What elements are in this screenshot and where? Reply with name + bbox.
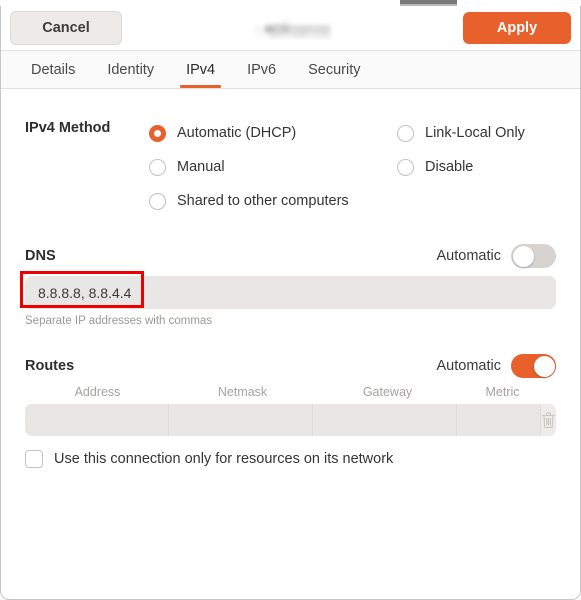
radio-label: Shared to other computers xyxy=(177,193,349,209)
dns-automatic-label: Automatic xyxy=(436,248,501,264)
radio-label: Manual xyxy=(177,159,225,175)
apply-button[interactable]: Apply xyxy=(463,12,571,44)
routes-table-header: Address Netmask Gateway Metric xyxy=(25,382,556,402)
dns-header-row: DNS Automatic xyxy=(25,244,556,268)
ipv4-method-column-right: Link-Local Only Disable xyxy=(397,116,556,218)
column-header-metric: Metric xyxy=(485,385,520,399)
radio-icon-checked xyxy=(149,124,166,142)
routes-label: Routes xyxy=(25,358,75,374)
radio-icon xyxy=(149,192,166,210)
tab-ipv4[interactable]: IPv4 xyxy=(170,51,231,88)
redacted-title-block xyxy=(254,19,335,38)
dns-section: DNS Automatic 8.8.8.8, 8.8.4.4 Separate … xyxy=(25,244,556,327)
dialog-header-bar: Cancel Apply xyxy=(1,6,580,51)
radio-icon xyxy=(149,158,166,176)
routes-table: Address Netmask Gateway Metric xyxy=(25,382,556,436)
route-gateway-input[interactable] xyxy=(313,404,457,436)
routes-header-row: Routes Automatic xyxy=(25,354,556,378)
trash-icon xyxy=(541,412,556,428)
radio-manual[interactable]: Manual xyxy=(149,150,397,184)
tab-details[interactable]: Details xyxy=(15,51,91,88)
radio-label: Link-Local Only xyxy=(425,125,525,141)
radio-label: Disable xyxy=(425,159,474,175)
cancel-button[interactable]: Cancel xyxy=(10,11,122,45)
radio-link-local-only[interactable]: Link-Local Only xyxy=(397,116,556,150)
table-row xyxy=(25,404,556,436)
dns-automatic-group: Automatic xyxy=(437,244,556,268)
checkbox-icon-unchecked xyxy=(25,450,43,468)
dialog-title xyxy=(122,6,463,51)
radio-label: Automatic (DHCP) xyxy=(177,125,297,141)
routes-automatic-toggle[interactable] xyxy=(511,354,556,378)
toggle-knob xyxy=(533,355,555,377)
ipv4-method-options: Automatic (DHCP) Manual Shared to other … xyxy=(149,116,556,218)
tab-security[interactable]: Security xyxy=(292,51,376,88)
radio-icon xyxy=(397,124,414,142)
route-metric-input[interactable] xyxy=(457,404,542,436)
ipv4-method-label: IPv4 Method xyxy=(25,120,111,136)
network-only-checkbox-row[interactable]: Use this connection only for resources o… xyxy=(25,450,556,468)
ipv4-settings-panel: IPv4 Method Automatic (DHCP) Manual Shar… xyxy=(1,116,580,468)
tab-ipv6[interactable]: IPv6 xyxy=(231,51,292,88)
network-settings-dialog: Cancel Apply Details Identity IPv4 IPv6 … xyxy=(0,6,581,600)
ipv4-method-column-left: Automatic (DHCP) Manual Shared to other … xyxy=(149,116,397,218)
delete-route-button[interactable] xyxy=(541,404,556,436)
toggle-knob xyxy=(512,245,534,267)
radio-shared-to-other-computers[interactable]: Shared to other computers xyxy=(149,184,397,218)
ipv4-method-section: IPv4 Method Automatic (DHCP) Manual Shar… xyxy=(25,116,556,218)
tab-bar: Details Identity IPv4 IPv6 Security xyxy=(1,51,580,89)
column-header-netmask: Netmask xyxy=(217,385,268,399)
radio-disable[interactable]: Disable xyxy=(397,150,556,184)
routes-section: Routes Automatic Address Netmask Gateway… xyxy=(25,354,556,468)
tab-identity[interactable]: Identity xyxy=(91,51,170,88)
dns-label: DNS xyxy=(25,248,56,264)
dns-hint-text: Separate IP addresses with commas xyxy=(25,315,213,327)
column-header-gateway: Gateway xyxy=(362,385,413,399)
route-netmask-input[interactable] xyxy=(169,404,313,436)
dns-value-field[interactable]: 8.8.8.8, 8.8.4.4 xyxy=(25,276,556,309)
radio-icon xyxy=(397,158,414,176)
column-header-address: Address xyxy=(74,385,121,399)
route-address-input[interactable] xyxy=(25,404,169,436)
network-only-label: Use this connection only for resources o… xyxy=(54,451,394,467)
radio-automatic-dhcp[interactable]: Automatic (DHCP) xyxy=(149,116,397,150)
dns-automatic-toggle[interactable] xyxy=(511,244,556,268)
routes-automatic-label: Automatic xyxy=(436,358,501,374)
routes-automatic-group: Automatic xyxy=(437,354,556,378)
dns-value-text: 8.8.8.8, 8.8.4.4 xyxy=(38,284,132,301)
